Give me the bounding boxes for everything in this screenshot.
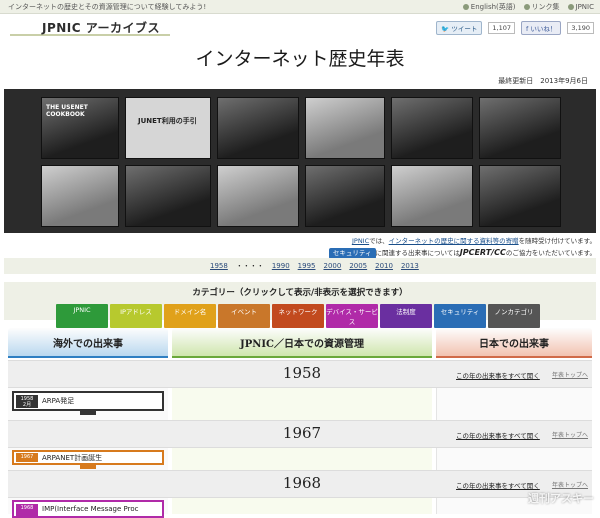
gallery-photo[interactable]: JUNET利用の手引	[125, 97, 211, 159]
event-card[interactable]: 1968 IMP(Interface Message Proc	[12, 500, 164, 518]
photo-gallery: THE USENET COOKBOOK JUNET利用の手引	[4, 89, 596, 233]
timeline-column-headers: 海外での出来事 JPNIC／日本での資源管理 日本での出来事	[8, 328, 592, 360]
year-row-1968: 1968 この年の出来事をすべて開く 年表トップへ	[8, 470, 592, 498]
gallery-photo[interactable]	[125, 165, 211, 227]
home-icon	[567, 3, 574, 10]
english-link[interactable]: English(英語)	[462, 2, 516, 12]
gallery-photo[interactable]	[217, 97, 299, 159]
column-header-japan: 日本での出来事	[436, 328, 592, 358]
year-link-2000[interactable]: 2000	[323, 262, 341, 270]
notice-line-1: JPNICでは、インターネットの歴史に関する資料等の寄贈を随時受け付けています。	[351, 237, 596, 245]
tweet-button[interactable]: 🐦 ツイート	[436, 21, 483, 35]
last-updated: 最終更新日 2013年9月6日	[498, 77, 588, 85]
donation-link[interactable]: インターネットの歴史に関する資料等の寄贈	[389, 237, 519, 245]
gallery-photo[interactable]	[305, 165, 385, 227]
event-title: IMP(Interface Message Proc	[42, 505, 139, 513]
timeline-grid: 1958 この年の出来事をすべて開く 年表トップへ 1958 2月 ARPA発足 …	[8, 360, 592, 518]
back-to-top-link[interactable]: 年表トップへ	[552, 370, 588, 379]
back-to-top-link[interactable]: 年表トップへ	[552, 480, 588, 489]
gallery-photo[interactable]: THE USENET COOKBOOK	[41, 97, 119, 159]
year-label: 1958	[282, 364, 322, 382]
top-utility-bar: インターネットの歴史とその資源管理について経験してみよう! English(英語…	[0, 0, 600, 14]
page-title: インターネット歴史年表	[195, 48, 405, 70]
site-logo[interactable]: JPNIC アーカイブス	[42, 19, 160, 36]
jpnic-link[interactable]: JPNIC	[352, 237, 369, 245]
column-header-overseas: 海外での出来事	[8, 328, 168, 358]
category-jpnic[interactable]: JPNIC	[56, 304, 108, 328]
year-link-2010[interactable]: 2010	[375, 262, 393, 270]
category-noncategory[interactable]: ノンカテゴリ	[488, 304, 540, 328]
category-security[interactable]: セキュリティ	[434, 304, 486, 328]
open-all-events-link[interactable]: この年の出来事をすべて開く	[456, 370, 540, 380]
category-law[interactable]: 法制度	[380, 304, 432, 328]
year-link-1958[interactable]: 1958	[210, 262, 228, 270]
category-event[interactable]: イベント	[218, 304, 270, 328]
open-all-events-link[interactable]: この年の出来事をすべて開く	[456, 430, 540, 440]
expand-tab[interactable]	[80, 464, 96, 469]
top-links: English(英語) リンク集 JPNIC	[462, 2, 594, 12]
globe-icon	[462, 3, 469, 10]
year-label: 1968	[282, 474, 322, 492]
tweet-count: 1,107	[488, 22, 516, 34]
year-link-2013[interactable]: 2013	[401, 262, 419, 270]
watermark: 週刊アスキー	[528, 492, 594, 505]
event-title: ARPA発足	[42, 397, 75, 405]
event-title: ARPANET計画誕生	[42, 454, 103, 462]
year-row-1967: 1967 この年の出来事をすべて開く 年表トップへ	[8, 420, 592, 448]
event-date: 1958 2月	[16, 395, 38, 408]
category-title: カテゴリー（クリックして表示/非表示を選択できます）	[192, 288, 408, 298]
year-label: 1967	[282, 424, 322, 442]
back-to-top-link[interactable]: 年表トップへ	[552, 430, 588, 439]
category-panel: カテゴリー（クリックして表示/非表示を選択できます） JPNIC IPアドレス …	[4, 282, 596, 328]
event-card[interactable]: 1967 ARPANET計画誕生	[12, 450, 164, 469]
year-link-1995[interactable]: 1995	[298, 262, 316, 270]
column-header-jpnic: JPNIC／日本での資源管理	[172, 328, 432, 358]
facebook-icon: f	[526, 25, 529, 33]
gallery-photo[interactable]	[479, 97, 561, 159]
open-all-events-link[interactable]: この年の出来事をすべて開く	[456, 480, 540, 490]
twitter-bird-icon: 🐦	[441, 25, 450, 33]
header: JPNIC アーカイブス 🐦 ツイート 1,107 f いいね！ 3,190	[0, 14, 600, 36]
event-card[interactable]: 1958 2月 ARPA発足	[12, 391, 164, 415]
year-row-1958: 1958 この年の出来事をすべて開く 年表トップへ	[8, 360, 592, 388]
donation-notice: JPNICでは、インターネットの歴史に関する資料等の寄贈を随時受け付けています。…	[328, 236, 596, 259]
event-date: 1968	[16, 504, 38, 517]
expand-tab[interactable]	[80, 410, 96, 415]
jpcert-logo[interactable]: JPCERT/CC	[460, 248, 506, 257]
category-network[interactable]: ネットワーク	[272, 304, 324, 328]
category-device-service[interactable]: デバイス・サービス	[326, 304, 378, 328]
gallery-photo[interactable]	[305, 97, 385, 159]
gallery-photo[interactable]	[391, 97, 473, 159]
category-ip-address[interactable]: IPアドレス	[110, 304, 162, 328]
category-filters: JPNIC IPアドレス ドメイン名 イベント ネットワーク デバイス・サービス…	[56, 304, 540, 328]
gallery-photo[interactable]	[217, 165, 299, 227]
year-link-1990[interactable]: 1990	[272, 262, 290, 270]
like-count: 3,190	[567, 22, 594, 34]
category-domain-name[interactable]: ドメイン名	[164, 304, 216, 328]
year-ellipsis: ・・・・	[235, 262, 264, 270]
gallery-photo[interactable]	[391, 165, 473, 227]
year-link-2005[interactable]: 2005	[349, 262, 367, 270]
gallery-photo[interactable]	[41, 165, 119, 227]
gallery-photo[interactable]	[479, 165, 561, 227]
like-button[interactable]: f いいね！	[521, 21, 562, 35]
jpnic-home-link[interactable]: JPNIC	[567, 3, 594, 11]
event-date: 1967	[16, 453, 38, 462]
site-tagline: インターネットの歴史とその資源管理について経験してみよう!	[8, 2, 207, 11]
link-icon	[523, 3, 530, 10]
social-buttons: 🐦 ツイート 1,107 f いいね！ 3,190	[436, 21, 594, 35]
links-page-link[interactable]: リンク集	[523, 2, 560, 12]
year-navigation: 1958 ・・・・ 1990 1995 2000 2005 2010 2013	[4, 258, 596, 274]
